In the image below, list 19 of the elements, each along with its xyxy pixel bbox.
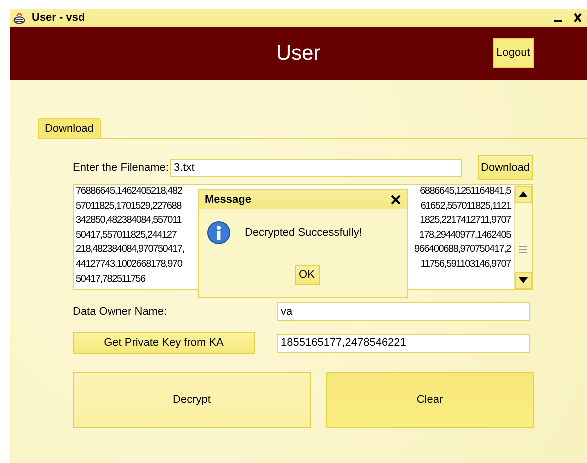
text-line: 61652,557011825,1121 <box>420 200 511 214</box>
field-label: Data Owner Name: <box>73 306 168 318</box>
text-line: 6886645,1251164841,5 <box>420 185 511 199</box>
dialog-message: Decrypted Successfully! <box>245 227 362 239</box>
text-line: 44127743,1002668178,970 <box>76 258 182 272</box>
text-line: 178,29440977,1462405 <box>419 228 511 243</box>
text-line: 50417,557011825,244127 <box>76 228 177 243</box>
page-title: User <box>276 42 321 66</box>
field-label: Enter the Filename: <box>73 162 170 174</box>
text-line: 342850,482384084,557011 <box>76 214 182 228</box>
dialog-title: Message <box>205 194 252 206</box>
text-line: 11756,591103146,9707 <box>420 258 511 272</box>
text-line: 218,482384084,970750417, <box>76 243 184 258</box>
text-line: 76886645,1462405218,482 <box>76 185 182 199</box>
text-line: 1825,2217412711,9707 <box>420 214 511 228</box>
text-line: 966400688,970750417,2 <box>414 243 511 258</box>
text-line: 57011825,1701529,227688 <box>76 200 182 214</box>
window-title: User - vsd <box>32 12 86 24</box>
text-line: 50417,782511756 <box>76 272 146 287</box>
